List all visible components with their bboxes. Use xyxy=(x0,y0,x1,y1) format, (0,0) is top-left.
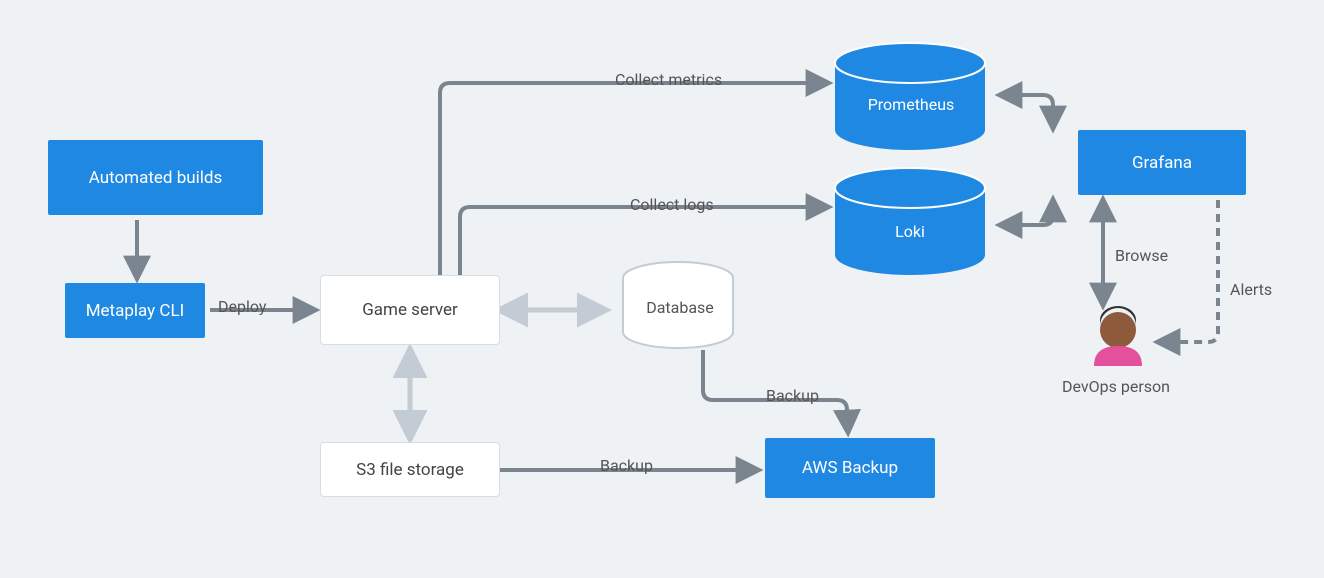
collect-metrics-label: Collect metrics xyxy=(615,70,722,89)
grafana-node: Grafana xyxy=(1078,130,1246,195)
game-server-node: Game server xyxy=(320,275,500,345)
deploy-label: Deploy xyxy=(218,297,266,316)
automated-builds-node: Automated builds xyxy=(48,140,263,215)
aws-backup-node: AWS Backup xyxy=(765,438,935,498)
devops-person-label: DevOps person xyxy=(1062,377,1170,396)
collect-logs-label: Collect logs xyxy=(630,195,714,214)
devops-person-icon xyxy=(1094,306,1142,366)
alerts-label: Alerts xyxy=(1230,280,1272,299)
metaplay-cli-node: Metaplay CLI xyxy=(65,283,205,338)
loki-node-label: Loki xyxy=(880,222,940,241)
browse-label: Browse xyxy=(1115,246,1168,265)
prometheus-node-label: Prometheus xyxy=(856,95,966,114)
s3-node: S3 file storage xyxy=(320,442,500,497)
backup-s3-label: Backup xyxy=(600,456,653,475)
backup-db-label: Backup xyxy=(766,386,819,405)
database-node-label: Database xyxy=(640,298,720,317)
